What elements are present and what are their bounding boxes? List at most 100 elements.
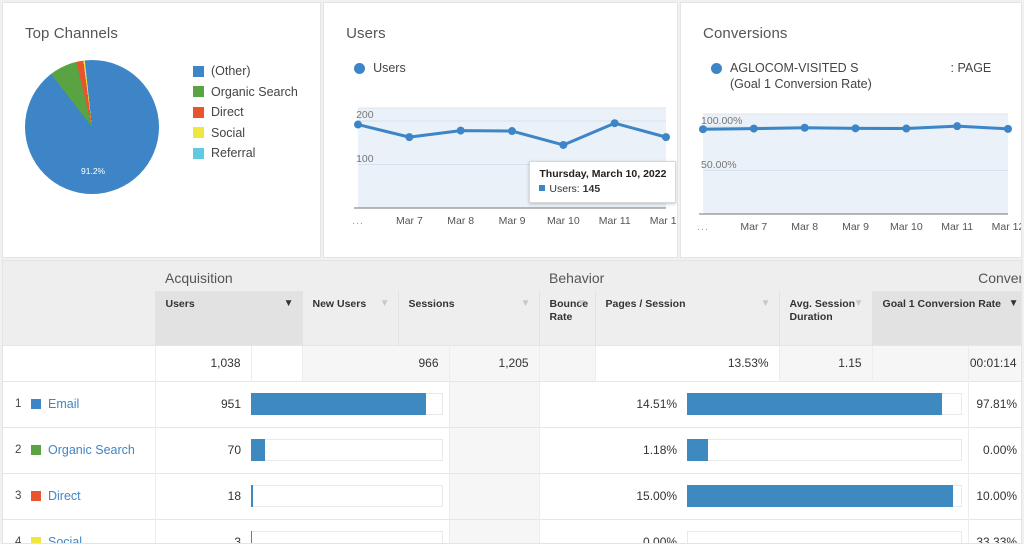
- channel-color-swatch-icon: [31, 491, 41, 501]
- column-header-avg-session-duration[interactable]: Avg. Session Duration ▼: [778, 291, 873, 345]
- table-totals-row: 1,0389661,20513.53%1.1500:01:1489.21%1,0…: [3, 344, 1021, 381]
- table-row[interactable]: 4 Social 3 0.00% 33.33%: [3, 518, 1021, 544]
- chart-tooltip: Thursday, March 10, 2022 Users: 145: [529, 160, 677, 203]
- cell-bounce-rate: 0.00%: [538, 518, 688, 543]
- total-users: 1,038: [154, 344, 251, 381]
- column-header-pages-session[interactable]: Pages / Session ▼: [594, 291, 780, 345]
- table-group-header-row: AcquisitionBehaviorConversions: [3, 261, 1021, 291]
- table-row[interactable]: 3 Direct 18 15.00% 10.00%: [3, 472, 1021, 519]
- row-index: 3: [15, 490, 22, 502]
- legend-swatch-icon: [193, 86, 204, 97]
- data-point: [800, 123, 809, 132]
- sort-arrow-icon[interactable]: ▼: [854, 299, 864, 309]
- y-axis-tick-label: 50.00%: [701, 158, 737, 171]
- cell-users: 70: [154, 426, 251, 473]
- column-group-blank: [3, 261, 155, 291]
- data-point: [456, 126, 465, 135]
- channel-color-swatch-icon: [31, 445, 41, 455]
- bar-users: [251, 472, 449, 519]
- column-header-goal-1-conversion-rate[interactable]: Goal 1 Conversion Rate ▼: [871, 291, 1021, 345]
- channel-name-link[interactable]: Organic Search: [48, 443, 135, 457]
- pie-legend-item[interactable]: Referral: [193, 146, 298, 160]
- column-header-bounce-rate[interactable]: Bounce Rate ▼: [538, 291, 596, 345]
- tooltip-value-row: Users: 145: [539, 183, 666, 195]
- overview-cards: Top Channels 91.2% (Other) Organic Search…: [0, 0, 1024, 258]
- card-users: Users Users 100 200... Mar 7 Mar 8 Mar 9 Mar …: [323, 2, 679, 258]
- total-avg-duration: 00:01:14: [967, 344, 1021, 381]
- cell-users: 3: [154, 518, 251, 543]
- data-point: [405, 133, 414, 142]
- column-header-label: Avg. Session Duration: [789, 298, 856, 323]
- pie-legend-item[interactable]: Social: [193, 126, 298, 140]
- pie-legend-label: (Other): [211, 64, 251, 78]
- column-header-new-users[interactable]: New Users ▼: [301, 291, 398, 345]
- pie-legend-item[interactable]: (Other): [193, 64, 298, 78]
- column-group-acquisition: Acquisition: [155, 261, 540, 291]
- sort-arrow-icon[interactable]: ▼: [761, 299, 771, 309]
- column-header-label: Pages / Session: [605, 298, 686, 310]
- sort-arrow-icon[interactable]: ▼: [577, 299, 587, 309]
- x-axis-tick-label: Mar 10: [547, 215, 580, 227]
- cell-users: 18: [154, 472, 251, 519]
- users-line-chart[interactable]: 100 200... Mar 7 Mar 8 Mar 9 Mar 10 Mar 11 Mar …: [324, 84, 677, 244]
- sort-arrow-icon[interactable]: ▼: [284, 299, 294, 309]
- bar-fill: [251, 439, 266, 461]
- table-header-row: Users ▼ New Users ▼ Sessions ▼ Bounce Rate ▼ Pag…: [3, 291, 1021, 345]
- channel-cell-content: 1 Email: [15, 397, 145, 411]
- pie-legend-item[interactable]: Direct: [193, 105, 298, 119]
- table-row[interactable]: 2 Organic Search 70 1.18% 0.00%: [3, 426, 1021, 473]
- conversions-line-chart[interactable]: 50.00% 100.00%... Mar 7 Mar 8 Mar 9 Mar 10 Mar…: [681, 100, 1021, 250]
- card-title-top-channels: Top Channels: [25, 25, 118, 42]
- cell-sessions-spacer: [448, 426, 540, 473]
- channel-name-link[interactable]: Social: [48, 535, 82, 543]
- row-index: 1: [15, 398, 22, 410]
- conversions-series-label: AGLOCOM-VISITED S: PAGE (Goal 1 Conversi…: [730, 60, 1007, 92]
- table-row[interactable]: 1 Email 951 14.51% 97.81%: [3, 380, 1021, 427]
- cell-goal1-rate: 97.81%: [967, 380, 1021, 427]
- y-axis-tick-label: 100.00%: [701, 115, 743, 128]
- tooltip-swatch-icon: [539, 184, 546, 191]
- sort-arrow-icon[interactable]: ▼: [380, 299, 390, 309]
- cell-users: 951: [154, 380, 251, 427]
- conversions-chart-legend: AGLOCOM-VISITED S: PAGE (Goal 1 Conversi…: [681, 42, 1021, 92]
- bar-users: [251, 518, 449, 543]
- x-axis-tick-label: ...: [697, 221, 709, 233]
- bar-fill: [251, 393, 427, 415]
- channels-table-card: AcquisitionBehaviorConversionsUsers▼New …: [2, 260, 1022, 544]
- tooltip-metric-label: Users:: [549, 182, 583, 195]
- legend-swatch-icon: [193, 65, 204, 77]
- cell-bounce-rate: 1.18%: [538, 426, 688, 473]
- column-header-users[interactable]: Users ▼: [154, 291, 302, 345]
- bar-fill: [687, 439, 708, 461]
- x-axis-tick-label: Mar 11: [941, 221, 974, 233]
- column-header-label: New Users: [312, 298, 367, 310]
- card-title-conversions: Conversions: [703, 25, 788, 42]
- tooltip-date: Thursday, March 10, 2022: [539, 167, 667, 180]
- goal-name-part1: AGLOCOM-VISITED S: [730, 61, 859, 75]
- sort-arrow-icon[interactable]: ▼: [521, 299, 531, 309]
- users-chart-legend: Users: [324, 42, 677, 76]
- total-pages-session: 1.15: [778, 344, 873, 381]
- card-top-channels: Top Channels 91.2% (Other) Organic Search…: [2, 2, 322, 258]
- channel-name-link[interactable]: Direct: [48, 489, 81, 503]
- pie-chart-area: 91.2% (Other) Organic Search Direct Social R…: [3, 42, 320, 242]
- data-point: [902, 124, 911, 133]
- row-index: 4: [15, 536, 22, 544]
- x-axis-tick-label: Mar 9: [498, 215, 526, 227]
- row-channel-cell: 4 Social: [3, 518, 155, 544]
- pie-legend-label: Direct: [211, 105, 244, 119]
- column-header-sessions[interactable]: Sessions ▼: [397, 291, 540, 345]
- card-conversions: Conversions AGLOCOM-VISITED S: PAGE (Goa…: [680, 2, 1022, 258]
- column-header-label: Sessions: [408, 298, 455, 310]
- series-dot-icon: [711, 63, 723, 74]
- y-axis-tick-label: 100: [356, 152, 374, 165]
- x-axis-tick-label: Mar 12: [649, 215, 677, 227]
- sort-arrow-icon[interactable]: ▼: [1009, 299, 1019, 309]
- bar-track: [251, 439, 443, 461]
- channel-cell-content: 4 Social: [15, 535, 145, 544]
- bar-bounce-rate: [687, 472, 969, 519]
- legend-swatch-icon: [193, 127, 204, 138]
- row-index: 2: [15, 444, 22, 456]
- pie-legend-item[interactable]: Organic Search: [193, 85, 298, 99]
- channel-name-link[interactable]: Email: [48, 397, 79, 411]
